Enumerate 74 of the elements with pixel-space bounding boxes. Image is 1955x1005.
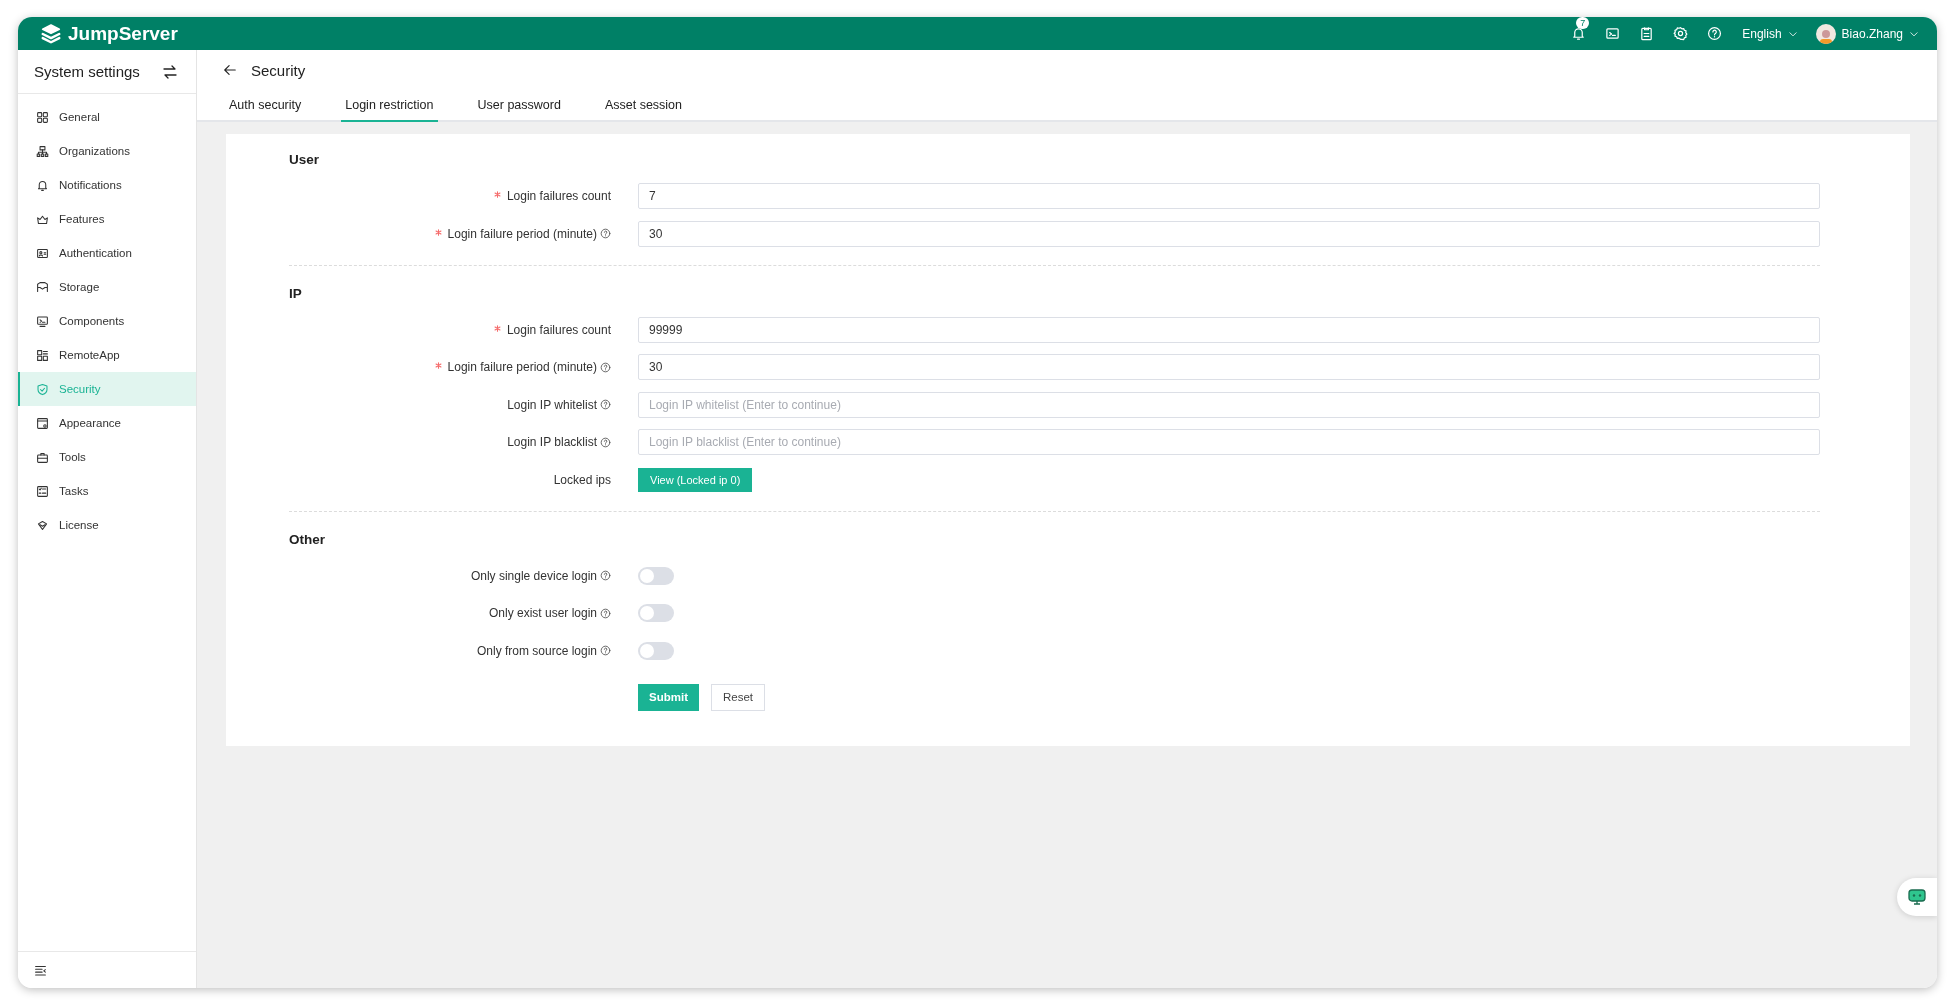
field-label: Login failures count [506, 322, 611, 337]
help-icon[interactable] [600, 436, 611, 448]
menu-item-icon [36, 246, 49, 260]
sidebar-item[interactable]: License [18, 508, 196, 542]
bell-icon[interactable] [1571, 26, 1587, 41]
sidebar-item[interactable]: Components [18, 304, 196, 338]
notification-badge: 7 [1576, 17, 1590, 29]
menu-item-icon [36, 416, 49, 430]
field-label: Login IP blacklist [507, 435, 597, 449]
collapse-menu-icon[interactable] [34, 963, 47, 977]
section-title: IP [289, 285, 303, 301]
input-field[interactable]: 7 [638, 183, 1820, 209]
help-icon[interactable] [600, 607, 611, 619]
help-icon[interactable] [600, 228, 611, 239]
settings-icon[interactable] [1673, 26, 1689, 41]
sidebar-item[interactable]: Tools [18, 440, 196, 474]
sidebar-title: System settings [34, 63, 140, 80]
toggle-switch[interactable] [638, 641, 674, 660]
sidebar-item[interactable]: Storage [18, 270, 196, 304]
menu-item-icon [36, 518, 49, 532]
help-icon[interactable] [600, 645, 611, 656]
field-label: Only exist user login [488, 606, 597, 620]
help-icon[interactable] [600, 399, 611, 410]
input-field[interactable]: Login IP blacklist (Enter to continue) [638, 429, 1820, 455]
menu-item-icon [36, 382, 49, 396]
back-arrow-icon[interactable] [223, 63, 237, 77]
sidebar-item[interactable]: Notifications [18, 168, 196, 202]
chat-bot-icon[interactable] [1907, 887, 1927, 907]
sidebar-item[interactable]: Organizations [18, 134, 196, 168]
tab[interactable]: Asset session [600, 90, 686, 122]
terminal-icon[interactable] [1605, 26, 1621, 41]
menu-item-icon [36, 178, 49, 192]
user-menu[interactable]: Biao.Zhang [1815, 23, 1919, 44]
field-label: Only from source login [476, 643, 597, 658]
toggle-switch[interactable] [638, 566, 674, 585]
sidebar-item[interactable]: Features [18, 202, 196, 236]
menu-item-icon [36, 348, 49, 362]
sidebar-item[interactable]: Authentication [18, 236, 196, 270]
menu-item-icon [36, 484, 49, 498]
help-icon[interactable] [600, 570, 611, 581]
field-label: Locked ips [553, 472, 611, 487]
app-logo-text: JumpServer [68, 22, 178, 45]
logo-icon [40, 22, 62, 45]
reset-button[interactable]: Reset [711, 683, 766, 711]
tab[interactable]: Login restriction [341, 90, 438, 122]
sidebar-item[interactable]: Appearance [18, 406, 196, 440]
tab[interactable]: User password [473, 90, 565, 122]
help-icon[interactable] [600, 361, 611, 373]
input-field[interactable]: Login IP whitelist (Enter to continue) [638, 391, 1820, 418]
avatar-icon [1815, 23, 1836, 44]
menu-item-icon [36, 450, 49, 464]
menu-item-icon [36, 280, 49, 294]
input-field[interactable]: 99999 [638, 316, 1820, 343]
field-label: Login IP whitelist [507, 397, 597, 412]
swap-icon[interactable] [162, 63, 178, 80]
menu-item-icon [36, 110, 49, 124]
field-label: Login failures count [506, 189, 611, 203]
field-label: Login failure period (minute) [447, 360, 597, 374]
sidebar-item[interactable]: Tasks [18, 474, 196, 508]
input-field[interactable]: 30 [638, 220, 1820, 247]
section-title: Other [289, 531, 326, 547]
section-title: User [289, 152, 321, 167]
clipboard-icon[interactable] [1639, 26, 1655, 41]
menu-item-icon [36, 314, 49, 328]
toggle-switch[interactable] [638, 604, 674, 622]
menu-item-icon [36, 144, 49, 158]
field-label: Login failure period (minute) [447, 226, 597, 241]
page-title: Security [251, 61, 306, 79]
field-label: Only single device login [470, 568, 597, 583]
sidebar-item[interactable]: General [18, 100, 196, 134]
sidebar-item[interactable]: RemoteApp [18, 338, 196, 372]
tab[interactable]: Auth security [225, 90, 306, 122]
input-field[interactable]: 30 [638, 354, 1820, 380]
language-dropdown[interactable]: English [1742, 26, 1798, 41]
